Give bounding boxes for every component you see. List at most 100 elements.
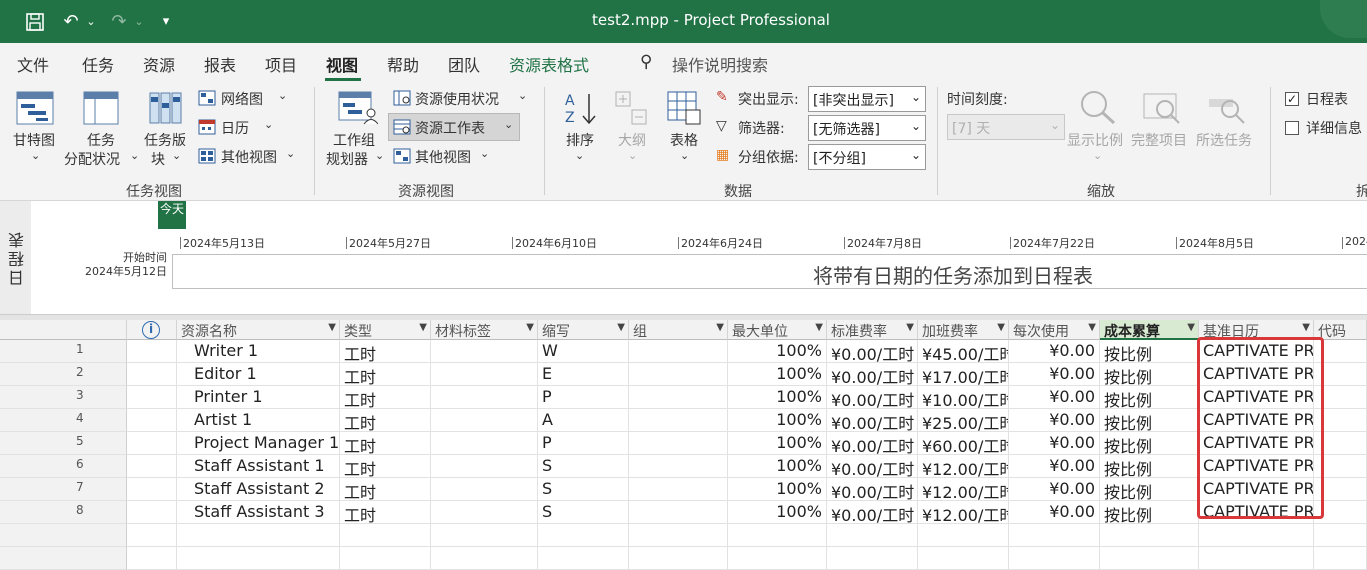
indicator-cell[interactable] — [127, 340, 177, 363]
task-usage-icon[interactable] — [83, 91, 119, 129]
indicators-column-header[interactable]: i — [127, 320, 177, 340]
cell-max[interactable]: 100% — [728, 340, 827, 363]
filter-arrow-icon[interactable]: ▼ — [1088, 322, 1096, 333]
cell-accrue[interactable]: 按比例 — [1100, 340, 1199, 363]
resource-usage-button[interactable]: 资源使用状况 — [415, 89, 499, 109]
column-header-group[interactable]: 组 ▼ — [629, 320, 728, 340]
column-header-std-rate[interactable]: 标准费率 ▼ — [827, 320, 918, 340]
chevron-down-icon[interactable]: ⌄ — [575, 149, 584, 162]
cell-max[interactable]: 100% — [728, 455, 827, 478]
cell-type[interactable]: 工时 — [340, 501, 431, 524]
column-header-cost-per-use[interactable]: 每次使用 ▼ — [1009, 320, 1100, 340]
chevron-down-icon[interactable]: ⌄ — [31, 149, 40, 162]
indicator-cell[interactable] — [127, 363, 177, 386]
task-board-label-1[interactable]: 任务版 — [144, 130, 186, 150]
chevron-down-icon[interactable]: ⌄ — [172, 149, 181, 162]
filter-arrow-icon[interactable]: ▼ — [716, 322, 724, 333]
other-task-views-button[interactable]: 其他视图 — [221, 147, 277, 167]
cell-std[interactable]: ¥0.00/工时 — [827, 386, 918, 409]
cell-per-use[interactable]: ¥0.00 — [1009, 501, 1100, 524]
cell-material[interactable] — [431, 547, 538, 570]
cell-initials[interactable]: P — [538, 432, 629, 455]
cell-accrue[interactable] — [1100, 524, 1199, 547]
cell-per-use[interactable]: ¥0.00 — [1009, 386, 1100, 409]
filter-arrow-icon[interactable]: ▼ — [526, 322, 534, 333]
cell-max[interactable]: 100% — [728, 363, 827, 386]
other-views-icon[interactable] — [198, 148, 216, 168]
chevron-down-icon[interactable]: ⌄ — [286, 147, 295, 160]
network-diagram-icon[interactable] — [198, 90, 216, 110]
cell-ovt[interactable]: ¥25.00/工时 — [918, 409, 1009, 432]
column-header-initials[interactable]: 缩写 ▼ — [538, 320, 629, 340]
cell-max[interactable]: 100% — [728, 386, 827, 409]
row-header[interactable] — [0, 547, 127, 570]
cell-accrue[interactable]: 按比例 — [1100, 432, 1199, 455]
cell-material[interactable] — [431, 386, 538, 409]
cell-initials[interactable]: S — [538, 501, 629, 524]
cell-per-use[interactable]: ¥0.00 — [1009, 340, 1100, 363]
chevron-down-icon[interactable]: ⌄ — [680, 149, 689, 162]
search-icon[interactable]: ⚲ — [640, 52, 652, 72]
cell-material[interactable] — [431, 409, 538, 432]
tables-icon[interactable] — [666, 90, 702, 130]
cell-max[interactable] — [728, 524, 827, 547]
cell-accrue[interactable]: 按比例 — [1100, 363, 1199, 386]
cell-type[interactable]: 工时 — [340, 432, 431, 455]
cell-max[interactable]: 100% — [728, 409, 827, 432]
cell-code[interactable] — [1314, 524, 1367, 547]
team-planner-label-1[interactable]: 工作组 — [333, 130, 375, 150]
cell-type[interactable] — [340, 547, 431, 570]
column-header-name[interactable]: 资源名称 ▼ — [177, 320, 340, 340]
indicator-cell[interactable] — [127, 478, 177, 501]
filter-arrow-icon[interactable]: ▼ — [1187, 322, 1195, 333]
cell-max[interactable]: 100% — [728, 432, 827, 455]
column-header-material[interactable]: 材料标签 ▼ — [431, 320, 538, 340]
cell-initials[interactable]: E — [538, 363, 629, 386]
cell-type[interactable] — [340, 524, 431, 547]
cell-initials[interactable]: S — [538, 455, 629, 478]
cell-group[interactable] — [629, 501, 728, 524]
task-usage-button[interactable]: 分配状况 — [64, 149, 120, 169]
cell-max[interactable] — [728, 547, 827, 570]
timeline-checkbox[interactable]: ✓ — [1285, 92, 1299, 106]
cell-type[interactable]: 工时 — [340, 409, 431, 432]
row-header[interactable] — [0, 524, 127, 547]
filter-arrow-icon[interactable]: ▼ — [419, 322, 427, 333]
calendar-button[interactable]: 日历 — [221, 118, 249, 138]
cell-initials[interactable]: P — [538, 386, 629, 409]
column-header-accrue-at[interactable]: 成本累算 ▼ — [1100, 320, 1199, 340]
cell-initials[interactable]: S — [538, 478, 629, 501]
cell-per-use[interactable]: ¥0.00 — [1009, 363, 1100, 386]
indicator-cell[interactable] — [127, 386, 177, 409]
filter-arrow-icon[interactable]: ▼ — [1302, 322, 1310, 333]
chevron-down-icon[interactable]: ⌄ — [518, 89, 527, 102]
indicator-cell[interactable] — [127, 409, 177, 432]
row-header[interactable]: 3 — [0, 386, 127, 409]
cell-name[interactable]: Writer 1 — [177, 340, 340, 363]
tab-help[interactable]: 帮助 — [387, 52, 419, 76]
cell-ovt[interactable]: ¥12.00/工时 — [918, 478, 1009, 501]
details-checkbox[interactable] — [1285, 121, 1299, 135]
cell-type[interactable]: 工时 — [340, 340, 431, 363]
row-header[interactable]: 2 — [0, 363, 127, 386]
cell-calendar[interactable] — [1199, 524, 1314, 547]
column-header-type[interactable]: 类型 ▼ — [340, 320, 431, 340]
cell-std[interactable]: ¥0.00/工时 — [827, 340, 918, 363]
cell-calendar[interactable] — [1199, 547, 1314, 570]
cell-std[interactable]: ¥0.00/工时 — [827, 501, 918, 524]
task-usage-label-1[interactable]: 任务 — [87, 130, 115, 150]
cell-std[interactable]: ¥0.00/工时 — [827, 409, 918, 432]
tab-resource-sheet-format[interactable]: 资源表格式 — [509, 52, 589, 76]
cell-std[interactable]: ¥0.00/工时 — [827, 363, 918, 386]
cell-type[interactable]: 工时 — [340, 478, 431, 501]
cell-std[interactable] — [827, 547, 918, 570]
tab-project[interactable]: 项目 — [265, 52, 297, 76]
cell-material[interactable] — [431, 455, 538, 478]
search-input[interactable]: 操作说明搜索 — [672, 52, 768, 76]
cell-std[interactable]: ¥0.00/工时 — [827, 455, 918, 478]
task-board-icon[interactable] — [149, 91, 183, 129]
chevron-down-icon[interactable]: ⌄ — [278, 89, 287, 102]
cell-initials[interactable] — [538, 547, 629, 570]
calendar-icon[interactable] — [198, 119, 216, 139]
tab-file[interactable]: 文件 — [17, 52, 49, 76]
